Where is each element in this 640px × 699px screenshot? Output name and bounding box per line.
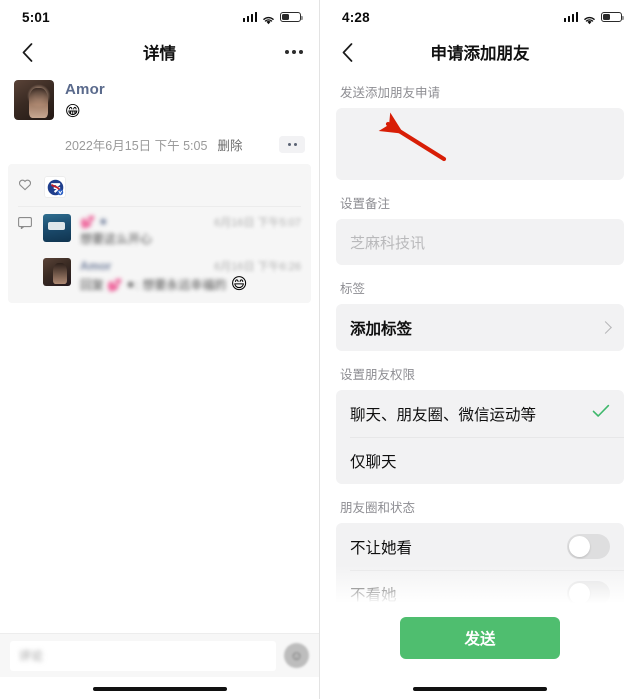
permission-option-chat-only-label: 仅聊天 [350, 453, 397, 471]
permission-option-full-label: 聊天、朋友圈、微信运动等 [350, 406, 537, 424]
list-item[interactable]: Amor 6月16日 下午6:26 回复 💕 ⁕: 想要永远幸福的 😄 [8, 251, 311, 297]
more-options-button[interactable] [285, 50, 303, 54]
chevron-right-icon [599, 321, 612, 334]
left-status-bar: 5:01 [0, 0, 319, 34]
comment-input-placeholder: 评论 [19, 649, 44, 663]
permission-card: 聊天、朋友圈、微信运动等 仅聊天 [336, 390, 624, 484]
tags-section-label: 标签 [340, 282, 366, 296]
check-icon [592, 404, 610, 423]
permission-option-full[interactable]: 聊天、朋友圈、微信运动等 [336, 390, 624, 437]
request-section-label: 发送添加朋友申请 [340, 86, 441, 100]
left-nav-bar: 详情 [0, 34, 319, 70]
commenter-name[interactable]: Amor [80, 259, 111, 273]
left-phone-screen: 5:01 详情 Amor 😁 2022年6月15日 下午 5:05 删除 💕 ⁕… [0, 0, 320, 699]
liker-avatar[interactable] [44, 176, 66, 198]
comment-input[interactable]: 评论 [10, 640, 276, 671]
moment-timestamp: 2022年6月15日 下午 5:05 [65, 139, 208, 153]
delete-link[interactable]: 删除 [217, 135, 242, 154]
commenter-name[interactable]: 💕 ⁕ [80, 215, 108, 229]
remark-placeholder: 芝麻科技讯 [350, 234, 426, 252]
signal-bars-icon [242, 12, 257, 22]
moments-status-section-label: 朋友圈和状态 [340, 501, 416, 515]
moment-header: Amor 😁 [14, 80, 305, 122]
moment-detail: Amor 😁 2022年6月15日 下午 5:05 删除 [0, 70, 319, 154]
remark-input[interactable]: 芝麻科技讯 [336, 219, 624, 265]
commenter-avatar[interactable] [43, 214, 71, 242]
hide-my-moments-toggle[interactable] [567, 534, 610, 559]
interaction-card: 💕 ⁕ 6月16日 下午5:07 想要这么开心 Amor 6月16日 下午6:2… [8, 164, 311, 303]
comment-text: 回复 💕 ⁕: 想要永远幸福的 [80, 278, 227, 292]
page-title: 申请添加朋友 [430, 45, 530, 63]
request-message-textarea[interactable] [336, 108, 624, 180]
emoji-face-icon[interactable]: ☺ [284, 643, 309, 668]
add-tag-row[interactable]: 添加标签 [336, 304, 624, 351]
row-accessory [567, 581, 610, 606]
list-item[interactable]: 💕 ⁕ 6月16日 下午5:07 想要这么开心 [8, 207, 311, 251]
moment-meta-row: 2022年6月15日 下午 5:05 删除 [65, 135, 305, 154]
wifi-icon [262, 12, 275, 25]
right-phone-screen: 4:28 申请添加朋友 发送添加朋友申请 设置备注 芝麻科技讯 标签 添加标签 … [320, 0, 640, 699]
heart-icon[interactable] [18, 178, 34, 196]
comment-time: 6月16日 下午6:26 [214, 261, 301, 273]
comment-time: 6月16日 下午5:07 [214, 217, 301, 229]
add-tag-label: 添加标签 [350, 320, 413, 338]
comment-header: Amor 6月16日 下午6:26 [80, 258, 301, 274]
left-status-time: 5:01 [22, 9, 50, 25]
hide-my-moments-row[interactable]: 不让她看 [336, 523, 624, 570]
moment-actions-button[interactable] [279, 136, 305, 153]
commenter-avatar[interactable] [43, 258, 71, 286]
signal-bars-icon [563, 12, 578, 22]
moment-body: Amor 😁 [65, 80, 105, 122]
send-button-container: 发送 [320, 617, 640, 659]
send-button[interactable]: 发送 [400, 617, 560, 659]
moment-content: 😁 [65, 103, 81, 120]
row-accessory [567, 534, 610, 559]
moments-status-card: 不让她看 不看她 [336, 523, 624, 617]
author-avatar[interactable] [14, 80, 54, 120]
hide-their-moments-row[interactable]: 不看她 [336, 570, 624, 617]
comment-emoji: 😄 [230, 276, 248, 293]
remark-section-label: 设置备注 [340, 197, 391, 211]
tags-card: 添加标签 [336, 304, 624, 351]
comment-body: 💕 ⁕ 6月16日 下午5:07 想要这么开心 [80, 214, 301, 248]
comment-spacer-icon [18, 258, 34, 260]
hide-their-moments-label: 不看她 [350, 586, 397, 604]
battery-low-icon [601, 11, 624, 23]
page-title: 详情 [143, 45, 176, 63]
left-status-icons [242, 11, 303, 25]
home-indicator [413, 686, 547, 691]
moment-author-name[interactable]: Amor [65, 81, 105, 98]
row-accessory [592, 404, 610, 423]
right-status-icons [563, 11, 624, 25]
right-status-bar: 4:28 [320, 0, 640, 34]
battery-low-icon [280, 11, 303, 23]
comment-bubble-icon [18, 214, 34, 234]
right-nav-bar: 申请添加朋友 [320, 34, 640, 70]
comment-text: 想要这么开心 [80, 232, 153, 246]
dual-screenshot-container: 5:01 详情 Amor 😁 2022年6月15日 下午 5:05 删除 💕 ⁕… [0, 0, 640, 699]
home-indicator [92, 686, 227, 691]
comment-input-bar: 评论 ☺ [0, 633, 319, 677]
add-friend-form: 发送添加朋友申请 设置备注 芝麻科技讯 标签 添加标签 设置朋友权限 聊天、朋友… [320, 70, 640, 617]
row-accessory [599, 321, 612, 334]
comment-header: 💕 ⁕ 6月16日 下午5:07 [80, 214, 301, 230]
hide-my-moments-label: 不让她看 [350, 539, 413, 557]
permission-section-label: 设置朋友权限 [340, 368, 416, 382]
likes-row [8, 172, 311, 206]
comment-body: Amor 6月16日 下午6:26 回复 💕 ⁕: 想要永远幸福的 😄 [80, 258, 301, 294]
hide-their-moments-toggle[interactable] [567, 581, 610, 606]
permission-option-chat-only[interactable]: 仅聊天 [336, 437, 624, 484]
wifi-icon [583, 12, 596, 25]
right-status-time: 4:28 [342, 9, 370, 25]
